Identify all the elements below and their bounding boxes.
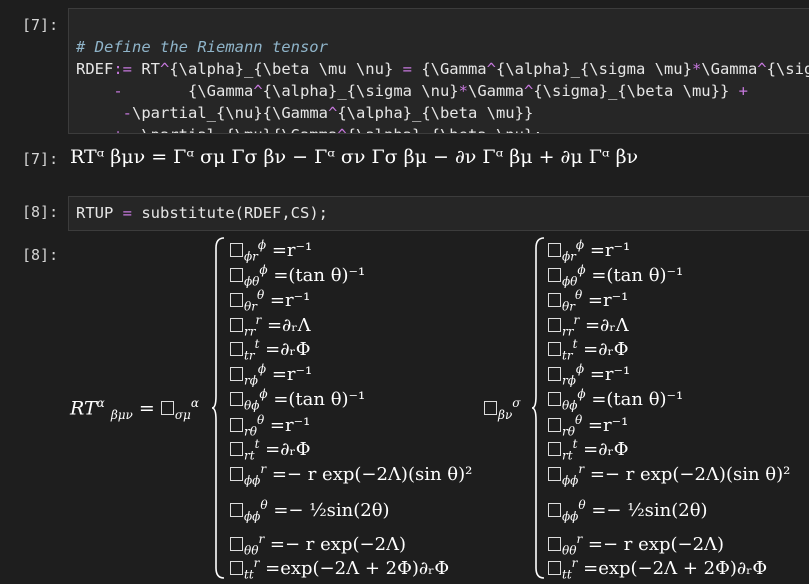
placeholder-symbol	[548, 392, 561, 406]
system-row-12: ttr =exp(−2Λ + 2Φ)∂ᵣΦ	[230, 556, 449, 582]
system-row-rhs: =(tan θ)⁻¹	[267, 389, 366, 410]
system-row-rhs: =r⁻¹	[266, 364, 313, 385]
system-row-rhs: =∂ᵣΦ	[259, 439, 311, 460]
lhs-riemann-expression: RTα βμν = σμα	[70, 396, 199, 423]
code-line: RTUP = substitute(RDEF,CS);	[76, 204, 328, 222]
system-row-rhs: =r⁻¹	[584, 240, 631, 261]
system-row-rhs: =(tan θ)⁻¹	[585, 389, 684, 410]
code-line-3: -\partial_{\nu}{\Gamma^{\alpha}_{\beta \…	[122, 104, 534, 122]
system-row-rhs: =r⁻¹	[582, 415, 629, 436]
placeholder-symbol	[230, 243, 243, 257]
placeholder-symbol	[230, 537, 243, 551]
placeholder-symbol	[230, 442, 243, 456]
system-row-6: θϕϕ =(tan θ)⁻¹	[230, 387, 365, 413]
code-line-1: RDEF:= RT^{\alpha}_{\beta \mu \nu} = {\G…	[76, 60, 809, 78]
system-row-rhs: =− ½sin(2θ)	[267, 500, 390, 521]
system-row-rhs: =r⁻¹	[264, 290, 311, 311]
system-row-7: rθθ =r⁻¹	[230, 413, 310, 439]
placeholder-symbol	[230, 467, 243, 481]
system-row-10: ϕϕθ =− ½sin(2θ)	[548, 498, 708, 524]
system-row-rhs: =− ½sin(2θ)	[585, 500, 708, 521]
system-row-rhs: =exp(−2Λ + 2Φ)∂ᵣΦ	[259, 558, 450, 579]
system-row-4: trt =∂ᵣΦ	[548, 337, 629, 363]
system-row-10: ϕϕθ =− ½sin(2θ)	[230, 498, 390, 524]
code-cell-8[interactable]: RTUP = substitute(RDEF,CS);	[68, 196, 809, 231]
system-row-rhs: =− r exp(−2Λ)(sin θ)²	[584, 464, 791, 485]
placeholder-symbol	[548, 268, 561, 282]
system-row-3: rrr =∂ᵣΛ	[230, 313, 311, 339]
placeholder-symbol	[230, 318, 243, 332]
system-row-11: θθr =− r exp(−2Λ)	[548, 532, 724, 558]
riemann-output: RTᵅ βμν = Γᵅ σμ Γσ βν − Γᵅ σν Γσ βμ − ∂ν…	[70, 146, 639, 168]
placeholder-symbol	[230, 268, 243, 282]
placeholder-symbol	[548, 561, 561, 575]
in-prompt-7: [7]:	[22, 16, 59, 34]
system-row-5: rϕϕ =r⁻¹	[230, 362, 312, 388]
system-row-rhs: =∂ᵣΦ	[259, 339, 311, 360]
system-row-rhs: =r⁻¹	[582, 290, 629, 311]
system-row-5: rϕϕ =r⁻¹	[548, 362, 630, 388]
system-row-11: θθr =− r exp(−2Λ)	[230, 532, 406, 558]
code-comment: # Define the Riemann tensor	[76, 38, 328, 56]
placeholder-symbol	[230, 293, 243, 307]
system-row-rhs: =∂ᵣΦ	[577, 339, 629, 360]
system-row-rhs: =− r exp(−2Λ)(sin θ)²	[266, 464, 473, 485]
system-row-rhs: =− r exp(−2Λ)	[264, 534, 407, 555]
system-row-9: ϕϕr =− r exp(−2Λ)(sin θ)²	[548, 462, 790, 488]
system-row-8: rtt =∂ᵣΦ	[230, 437, 311, 463]
placeholder-symbol	[230, 503, 243, 517]
placeholder-symbol	[548, 442, 561, 456]
placeholder-symbol	[548, 503, 561, 517]
system-row-8: rtt =∂ᵣΦ	[548, 437, 629, 463]
left-brace-b	[532, 237, 545, 579]
system-row-rhs: =∂ᵣΛ	[579, 315, 629, 336]
system-row-6: θϕϕ =(tan θ)⁻¹	[548, 387, 683, 413]
code-cell-7[interactable]: # Define the Riemann tensor RDEF:= RT^{\…	[68, 8, 809, 134]
placeholder-symbol	[548, 318, 561, 332]
code-line-2: - {\Gamma^{\alpha}_{\sigma \nu}*\Gamma^{…	[113, 82, 748, 100]
code-line-4: + \partial_{\mu}{\Gamma^{\alpha}_{\beta …	[76, 126, 542, 133]
system-row-7: rθθ =r⁻¹	[548, 413, 628, 439]
system-row-2: θrθ =r⁻¹	[230, 288, 310, 314]
system-row-0: ϕrϕ =r⁻¹	[548, 238, 630, 264]
placeholder-symbol	[230, 367, 243, 381]
system-row-rhs: =r⁻¹	[264, 415, 311, 436]
system-row-0: ϕrϕ =r⁻¹	[230, 238, 312, 264]
placeholder-symbol	[230, 392, 243, 406]
out-prompt-7: [7]:	[22, 150, 59, 168]
placeholder-symbol	[548, 293, 561, 307]
system-row-1: ϕθϕ =(tan θ)⁻¹	[548, 263, 683, 289]
in-prompt-8: [8]:	[22, 203, 59, 221]
placeholder-symbol	[548, 418, 561, 432]
placeholder-symbol	[484, 401, 497, 416]
placeholder-symbol	[548, 342, 561, 356]
system-row-2: θrθ =r⁻¹	[548, 288, 628, 314]
out-prompt-8: [8]:	[22, 246, 59, 264]
system-row-rhs: =− r exp(−2Λ)	[582, 534, 725, 555]
system-row-4: trt =∂ᵣΦ	[230, 337, 311, 363]
system-row-1: ϕθϕ =(tan θ)⁻¹	[230, 263, 365, 289]
placeholder-symbol	[548, 537, 561, 551]
system-row-12: ttr =exp(−2Λ + 2Φ)∂ᵣΦ	[548, 556, 767, 582]
system-row-rhs: =∂ᵣΛ	[261, 315, 311, 336]
placeholder-symbol	[230, 342, 243, 356]
system-row-9: ϕϕr =− r exp(−2Λ)(sin θ)²	[230, 462, 472, 488]
system-row-rhs: =exp(−2Λ + 2Φ)∂ᵣΦ	[577, 558, 768, 579]
lhs-christoffel-expression: βνσ	[484, 396, 520, 422]
left-brace-a	[212, 237, 225, 579]
placeholder-symbol	[548, 367, 561, 381]
system-row-rhs: =(tan θ)⁻¹	[267, 265, 366, 286]
placeholder-symbol	[230, 418, 243, 432]
placeholder-symbol	[548, 467, 561, 481]
system-row-rhs: =r⁻¹	[266, 240, 313, 261]
placeholder-symbol	[160, 401, 174, 416]
placeholder-symbol	[548, 243, 561, 257]
system-row-rhs: =(tan θ)⁻¹	[585, 265, 684, 286]
system-row-rhs: =∂ᵣΦ	[577, 439, 629, 460]
system-row-rhs: =r⁻¹	[584, 364, 631, 385]
system-row-3: rrr =∂ᵣΛ	[548, 313, 629, 339]
placeholder-symbol	[230, 561, 243, 575]
